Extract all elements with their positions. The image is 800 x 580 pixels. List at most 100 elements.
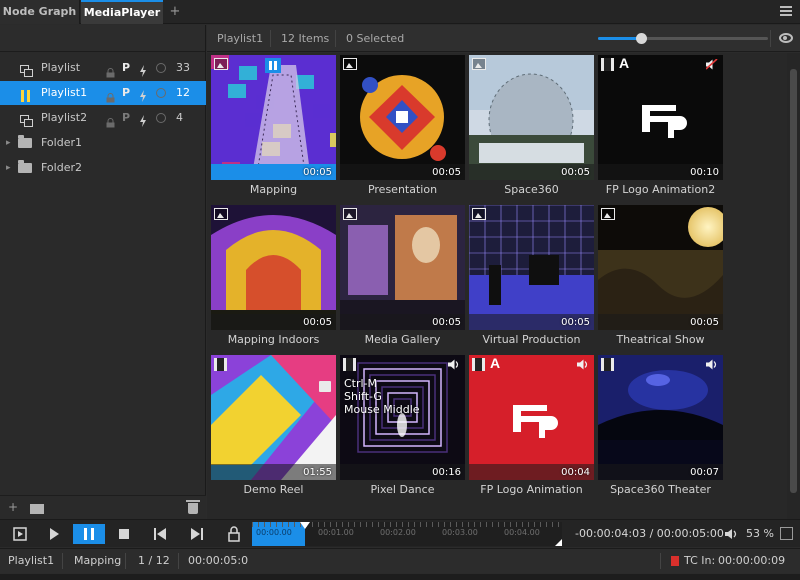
playlist-row[interactable]: Playlist1 P 12 bbox=[0, 81, 206, 105]
grid-scrollbar[interactable] bbox=[787, 53, 800, 519]
playlist-panel: Playlist P 33 Playlist1 P 12 Playlist2 P 4 ▸ Folde… bbox=[0, 25, 206, 519]
chevron-right-icon[interactable]: ▸ bbox=[6, 131, 11, 155]
lock-icon[interactable] bbox=[106, 113, 115, 128]
media-duration: 00:10 bbox=[690, 167, 719, 178]
media-thumbnail[interactable]: A 00:04 bbox=[469, 355, 594, 480]
status-position: 1 / 12 bbox=[138, 554, 170, 567]
out-point-marker[interactable] bbox=[555, 539, 562, 546]
media-item[interactable]: 01:55 Demo Reel bbox=[211, 355, 336, 501]
persistent-flag[interactable]: P bbox=[122, 81, 130, 105]
playlist-row[interactable]: Playlist2 P 4 bbox=[0, 106, 206, 130]
volume-level[interactable]: 53 % bbox=[746, 527, 774, 540]
speaker-icon[interactable] bbox=[724, 528, 738, 543]
media-thumbnail[interactable]: 00:05 bbox=[211, 205, 336, 330]
menu-icon[interactable] bbox=[780, 6, 792, 16]
pause-button[interactable] bbox=[73, 524, 105, 544]
add-folder-icon[interactable] bbox=[30, 504, 44, 514]
media-label: Mapping Indoors bbox=[227, 333, 320, 346]
muted-speaker-icon[interactable] bbox=[705, 58, 718, 70]
media-label: FP Logo Animation bbox=[480, 483, 583, 496]
notes-icon[interactable] bbox=[319, 381, 331, 392]
shortcut-tooltip: Ctrl-M Shift-G Mouse Middle bbox=[344, 377, 420, 416]
tab-mediaplayer[interactable]: MediaPlayer bbox=[81, 0, 163, 24]
timeline-label: 00:00.00 bbox=[256, 528, 292, 537]
media-label: Virtual Production bbox=[482, 333, 581, 346]
speaker-icon[interactable] bbox=[448, 359, 460, 370]
media-item[interactable]: 00:05 Media Gallery bbox=[340, 205, 465, 351]
media-label: FP Logo Animation2 bbox=[605, 183, 716, 196]
selected-count: 0 Selected bbox=[346, 32, 405, 45]
folder-label: Folder2 bbox=[41, 161, 82, 174]
playlist-row[interactable]: Playlist P 33 bbox=[0, 56, 206, 80]
window-bottom-edge bbox=[0, 574, 800, 580]
playlist-label: Playlist1 bbox=[41, 86, 88, 99]
persistent-flag[interactable]: P bbox=[122, 56, 130, 80]
clock-icon[interactable] bbox=[156, 88, 166, 98]
media-thumbnail[interactable]: 00:05 bbox=[340, 55, 465, 180]
play-from-start-button[interactable] bbox=[4, 524, 36, 544]
clock-icon[interactable] bbox=[156, 63, 166, 73]
media-item[interactable]: 00:05 Space360 bbox=[469, 55, 594, 201]
media-item[interactable]: 00:07 Space360 Theater bbox=[598, 355, 723, 501]
clock-icon[interactable] bbox=[156, 113, 166, 123]
tc-in-label: TC In: bbox=[684, 554, 716, 567]
media-thumbnail[interactable]: A 00:10 bbox=[598, 55, 723, 180]
media-duration: 00:05 bbox=[303, 167, 332, 178]
stop-button[interactable] bbox=[108, 524, 140, 544]
media-thumbnail[interactable]: 00:05 bbox=[469, 55, 594, 180]
speaker-icon[interactable] bbox=[706, 359, 718, 370]
persistent-flag[interactable]: P bbox=[122, 106, 130, 130]
folder-row[interactable]: ▸ Folder1 bbox=[0, 131, 206, 155]
add-tab-button[interactable]: + bbox=[166, 0, 184, 24]
video-icon bbox=[343, 358, 356, 371]
thumbnail-zoom-slider[interactable] bbox=[598, 33, 768, 44]
video-icon bbox=[214, 358, 227, 371]
media-item[interactable]: Ctrl-M Shift-G Mouse Middle 00:16 Pixel Danc… bbox=[340, 355, 465, 501]
eye-icon[interactable] bbox=[779, 33, 793, 43]
media-item[interactable]: 00:05 Mapping Indoors bbox=[211, 205, 336, 351]
lock-icon[interactable] bbox=[106, 63, 115, 78]
lock-icon[interactable] bbox=[218, 524, 250, 544]
playlist-item-count: 12 bbox=[176, 86, 190, 99]
image-icon bbox=[472, 58, 486, 70]
trash-icon[interactable] bbox=[186, 500, 200, 514]
playing-pause-icon bbox=[20, 87, 34, 102]
media-thumbnail[interactable]: 01:55 bbox=[211, 355, 336, 480]
media-item[interactable]: A 00:04 FP Logo Animation bbox=[469, 355, 594, 501]
media-thumbnail[interactable]: 00:05 bbox=[340, 205, 465, 330]
folder-row[interactable]: ▸ Folder2 bbox=[0, 156, 206, 180]
lock-icon[interactable] bbox=[106, 88, 115, 103]
media-duration: 00:05 bbox=[690, 317, 719, 328]
tab-node-graph[interactable]: Node Graph bbox=[0, 0, 80, 24]
zoom-slider-handle[interactable] bbox=[635, 33, 647, 44]
next-button[interactable] bbox=[181, 524, 213, 544]
playhead-marker[interactable] bbox=[299, 522, 310, 529]
media-duration: 00:05 bbox=[432, 317, 461, 328]
add-playlist-button[interactable]: + bbox=[8, 500, 18, 514]
media-thumbnail[interactable]: 00:05 bbox=[598, 205, 723, 330]
fullscreen-icon[interactable] bbox=[780, 527, 793, 540]
play-button[interactable] bbox=[38, 524, 70, 544]
media-item[interactable]: 00:05 Presentation bbox=[340, 55, 465, 201]
media-thumbnail[interactable]: 00:05 bbox=[469, 205, 594, 330]
video-icon bbox=[601, 58, 614, 71]
media-thumbnail[interactable]: 00:07 bbox=[598, 355, 723, 480]
image-icon bbox=[343, 208, 357, 220]
previous-button[interactable] bbox=[144, 524, 176, 544]
media-item[interactable]: 00:05 Theatrical Show bbox=[598, 205, 723, 351]
tooltip-line: Ctrl-M bbox=[344, 377, 378, 390]
media-item[interactable]: A 00:10 FP Logo Animation2 bbox=[598, 55, 723, 201]
playing-pause-icon[interactable] bbox=[265, 58, 281, 73]
timeline-scrubber[interactable]: 00:00.00 00:01.00 00:02.00 00:03.00 00:0… bbox=[252, 522, 562, 546]
status-playlist: Playlist1 bbox=[8, 554, 55, 567]
media-item[interactable]: 00:05 Mapping bbox=[211, 55, 336, 201]
speaker-icon[interactable] bbox=[577, 359, 589, 370]
chevron-right-icon[interactable]: ▸ bbox=[6, 156, 11, 180]
folder-icon bbox=[18, 160, 32, 173]
media-item[interactable]: 00:05 Virtual Production bbox=[469, 205, 594, 351]
media-thumbnail[interactable]: Ctrl-M Shift-G Mouse Middle 00:16 bbox=[340, 355, 465, 480]
playlist-label: Playlist bbox=[41, 61, 81, 74]
media-duration: 00:04 bbox=[561, 467, 590, 478]
media-thumbnail[interactable]: 00:05 bbox=[211, 55, 336, 180]
scrollbar-thumb[interactable] bbox=[790, 69, 797, 493]
